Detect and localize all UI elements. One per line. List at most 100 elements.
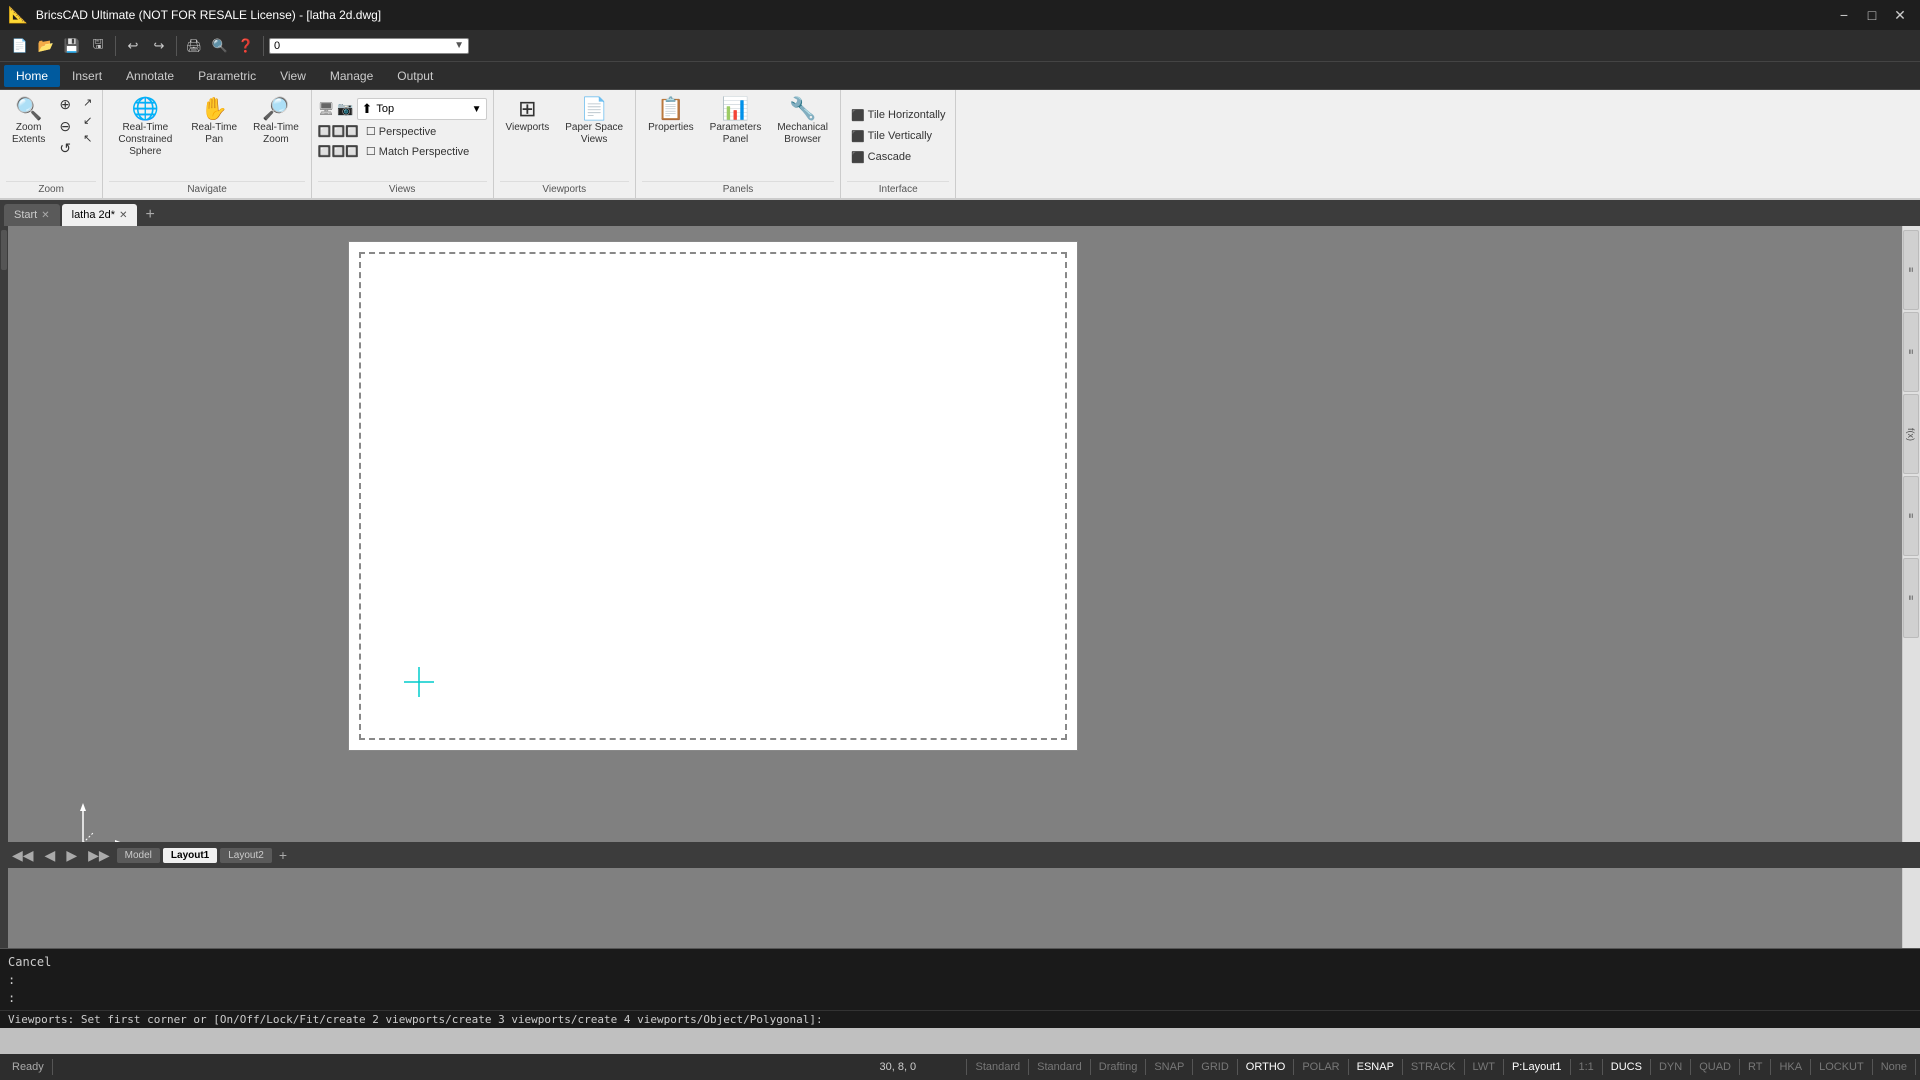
status-hka[interactable]: HKA <box>1771 1059 1811 1075</box>
viewports-button[interactable]: ⊞ Viewports <box>500 94 556 138</box>
zoom-prev-button[interactable]: ↗ <box>79 94 96 111</box>
tab-latha2d-close[interactable]: ✕ <box>119 210 127 221</box>
qa-separator-1 <box>115 36 116 56</box>
realtime-zoom-button[interactable]: 🔎 Real-TimeZoom <box>247 94 305 150</box>
minimize-button[interactable]: − <box>1832 3 1856 27</box>
canvas-area[interactable]: W <box>8 226 1902 948</box>
layer-dropdown[interactable]: 0 ▼ <box>269 38 469 54</box>
status-scale[interactable]: 1:1 <box>1571 1059 1603 1075</box>
status-ready: Ready <box>4 1059 53 1075</box>
right-tab-1[interactable]: ≡ <box>1903 230 1919 310</box>
status-ortho[interactable]: ORTHO <box>1238 1059 1295 1075</box>
view-dropdown-arrow: ▼ <box>472 104 482 115</box>
parameters-panel-button[interactable]: 📊 ParametersPanel <box>704 94 768 150</box>
status-polar[interactable]: POLAR <box>1294 1059 1348 1075</box>
status-dyn[interactable]: DYN <box>1651 1059 1691 1075</box>
left-handle[interactable] <box>1 230 7 270</box>
qa-saveas-button[interactable]: 🖫 <box>86 34 110 58</box>
qa-preview-button[interactable]: 🔍 <box>208 34 232 58</box>
layout-nav-next[interactable]: ▶ <box>62 847 81 864</box>
status-grid[interactable]: GRID <box>1193 1059 1238 1075</box>
status-standard2[interactable]: Standard <box>1029 1059 1091 1075</box>
tile-h-icon: ⬛ <box>851 109 865 122</box>
status-playout[interactable]: P:Layout1 <box>1504 1059 1571 1075</box>
tab-latha2d-label: latha 2d* <box>72 209 115 221</box>
tab-add-button[interactable]: + <box>139 204 160 226</box>
menu-home[interactable]: Home <box>4 65 60 87</box>
app-icon: 📐 <box>8 5 28 25</box>
zoom-out-icon: ⊖ <box>59 118 71 135</box>
status-lwt[interactable]: LWT <box>1465 1059 1504 1075</box>
status-coords[interactable]: 30, 8, 0 <box>867 1059 967 1075</box>
qa-help-button[interactable]: ❓ <box>234 34 258 58</box>
zoom-next-button[interactable]: ↙ <box>79 112 96 129</box>
cmd-cancel: Cancel <box>8 953 1912 971</box>
qa-redo-button[interactable]: ↪ <box>147 34 171 58</box>
tab-bar: Start ✕ latha 2d* ✕ + <box>0 200 1920 226</box>
qa-print-button[interactable]: 🖨 <box>182 34 206 58</box>
status-quad[interactable]: QUAD <box>1691 1059 1740 1075</box>
match-row-icons: 🔲🔲🔲 <box>318 145 359 158</box>
canvas-row: W ≡ ≡ f(x) ≡ ≡ <box>0 226 1920 948</box>
status-none[interactable]: None <box>1873 1059 1916 1075</box>
layout-nav-last[interactable]: ▶▶ <box>84 847 114 864</box>
tile-horizontally-button[interactable]: ⬛ Tile Horizontally <box>847 107 950 124</box>
qa-open-button[interactable]: 📂 <box>34 34 58 58</box>
layout-add-button[interactable]: + <box>275 844 291 866</box>
perspective-button[interactable]: ☐ Perspective <box>362 123 440 140</box>
qa-separator-3 <box>263 36 264 56</box>
menu-view[interactable]: View <box>268 65 318 87</box>
layout-tab-layout2[interactable]: Layout2 <box>220 848 272 863</box>
status-standard1[interactable]: Standard <box>967 1059 1029 1075</box>
status-rt[interactable]: RT <box>1740 1059 1771 1075</box>
tab-start[interactable]: Start ✕ <box>4 204 60 226</box>
view-icon: ⬆ <box>362 101 373 117</box>
zoom-out-button[interactable]: ⊖ <box>55 116 75 137</box>
layout-tab-layout1[interactable]: Layout1 <box>163 848 217 863</box>
right-tab-4[interactable]: ≡ <box>1903 476 1919 556</box>
zoom-window-icon: ↖ <box>83 132 92 145</box>
menu-insert[interactable]: Insert <box>60 65 114 87</box>
cascade-label: Cascade <box>868 151 911 163</box>
left-strip <box>0 226 8 948</box>
status-ducs[interactable]: DUCS <box>1603 1059 1651 1075</box>
tab-latha2d[interactable]: latha 2d* ✕ <box>62 204 138 226</box>
layout-tab-model[interactable]: Model <box>117 848 160 863</box>
layout-nav-prev[interactable]: ◀ <box>41 847 60 864</box>
properties-button[interactable]: 📋 Properties <box>642 94 700 138</box>
qa-new-button[interactable]: 📄 <box>8 34 32 58</box>
menu-manage[interactable]: Manage <box>318 65 385 87</box>
status-lockut[interactable]: LOCKUT <box>1811 1059 1873 1075</box>
right-tab-3[interactable]: f(x) <box>1903 394 1919 474</box>
match-perspective-button[interactable]: ☐ Match Perspective <box>362 143 473 160</box>
menu-output[interactable]: Output <box>385 65 445 87</box>
menu-parametric[interactable]: Parametric <box>186 65 268 87</box>
menu-annotate[interactable]: Annotate <box>114 65 186 87</box>
tab-start-close[interactable]: ✕ <box>41 210 49 221</box>
status-strack[interactable]: STRACK <box>1403 1059 1465 1075</box>
tile-vertically-button[interactable]: ⬛ Tile Vertically <box>847 128 936 145</box>
layout-nav-first[interactable]: ◀◀ <box>8 847 38 864</box>
mechanical-browser-button[interactable]: 🔧 MechanicalBrowser <box>771 94 834 150</box>
right-tab-2[interactable]: ≡ <box>1903 312 1919 392</box>
status-snap[interactable]: SNAP <box>1146 1059 1193 1075</box>
zoom-extents-button[interactable]: 🔍 ZoomExtents <box>6 94 51 150</box>
status-drafting[interactable]: Drafting <box>1091 1059 1147 1075</box>
status-esnap[interactable]: ESNAP <box>1349 1059 1403 1075</box>
realtime-sphere-button[interactable]: 🌐 Real-TimeConstrained Sphere <box>109 94 181 162</box>
paper-space-views-button[interactable]: 📄 Paper SpaceViews <box>559 94 629 150</box>
zoom-in-button[interactable]: ⊕ <box>55 94 75 115</box>
mechanical-icon: 🔧 <box>789 98 816 120</box>
close-button[interactable]: ✕ <box>1888 3 1912 27</box>
maximize-button[interactable]: □ <box>1860 3 1884 27</box>
view-dropdown[interactable]: ⬆ Top ▼ <box>357 98 487 120</box>
qa-undo-button[interactable]: ↩ <box>121 34 145 58</box>
qa-save-button[interactable]: 💾 <box>60 34 84 58</box>
right-tab-5[interactable]: ≡ <box>1903 558 1919 638</box>
pan-icon: ✋ <box>200 98 227 120</box>
ribbon-group-views: 🖥 📷 ⬆ Top ▼ 🔲🔲🔲 ☐ Perspective 🔲🔲 <box>312 90 494 198</box>
zoom-window-button[interactable]: ↖ <box>79 130 96 147</box>
zoom-reset-button[interactable]: ↺ <box>55 138 75 159</box>
realtime-pan-button[interactable]: ✋ Real-TimePan <box>185 94 243 150</box>
cascade-button[interactable]: ⬛ Cascade <box>847 149 915 166</box>
